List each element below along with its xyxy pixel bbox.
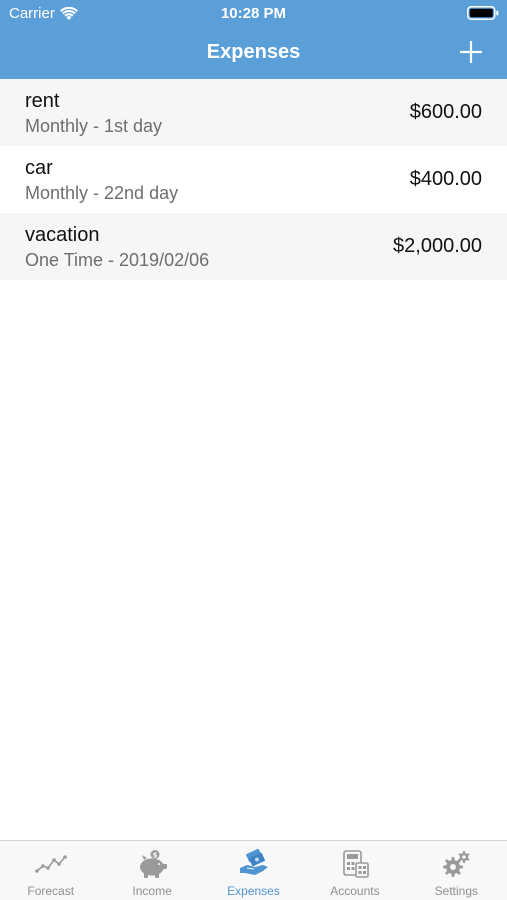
list-item[interactable]: vacation One Time - 2019/02/06 $2,000.00: [0, 213, 507, 280]
expense-amount: $600.00: [409, 101, 482, 123]
svg-text:$: $: [153, 852, 158, 860]
expense-amount: $2,000.00: [393, 235, 482, 257]
list-item[interactable]: rent Monthly - 1st day $600.00: [0, 79, 507, 146]
expense-list: rent Monthly - 1st day $600.00 car Month…: [0, 79, 507, 280]
money-hand-icon: [239, 849, 268, 875]
tab-accounts[interactable]: Accounts: [304, 841, 405, 900]
tab-settings[interactable]: Settings: [406, 841, 507, 900]
expense-schedule: One Time - 2019/02/06: [25, 250, 210, 270]
chart-line-icon: [34, 855, 67, 873]
tab-expenses[interactable]: Expenses: [203, 841, 304, 900]
tab-bar: Forecast $ Income Expenses Accounts Sett…: [0, 840, 507, 900]
expense-name: rent: [25, 90, 60, 112]
nav-bar: Expenses: [0, 30, 507, 76]
expense-name: vacation: [25, 224, 100, 246]
tab-forecast[interactable]: Forecast: [0, 841, 101, 900]
header: Carrier 10:28 PM Expenses: [0, 0, 507, 79]
tab-label: Accounts: [330, 884, 380, 898]
piggy-bank-icon: $: [140, 850, 168, 878]
expense-name: car: [25, 157, 53, 179]
status-bar: Carrier 10:28 PM: [0, 0, 507, 28]
battery-icon: [467, 6, 499, 20]
tab-label: Settings: [434, 884, 478, 898]
expense-schedule: Monthly - 22nd day: [25, 183, 179, 203]
status-time: 10:28 PM: [220, 5, 287, 22]
page-title: Expenses: [206, 41, 301, 63]
expense-amount: $400.00: [409, 168, 482, 190]
tab-label: Forecast: [27, 884, 75, 898]
calculator-icon: [343, 850, 369, 878]
list-item[interactable]: car Monthly - 22nd day $400.00: [0, 146, 507, 213]
tab-label: Expenses: [227, 884, 280, 898]
plus-icon: [460, 41, 482, 63]
gear-icon: [443, 851, 470, 877]
expense-schedule: Monthly - 1st day: [25, 116, 163, 136]
tab-label: Income: [132, 884, 172, 898]
add-expense-button[interactable]: [455, 36, 487, 68]
tab-income[interactable]: $ Income: [101, 841, 202, 900]
